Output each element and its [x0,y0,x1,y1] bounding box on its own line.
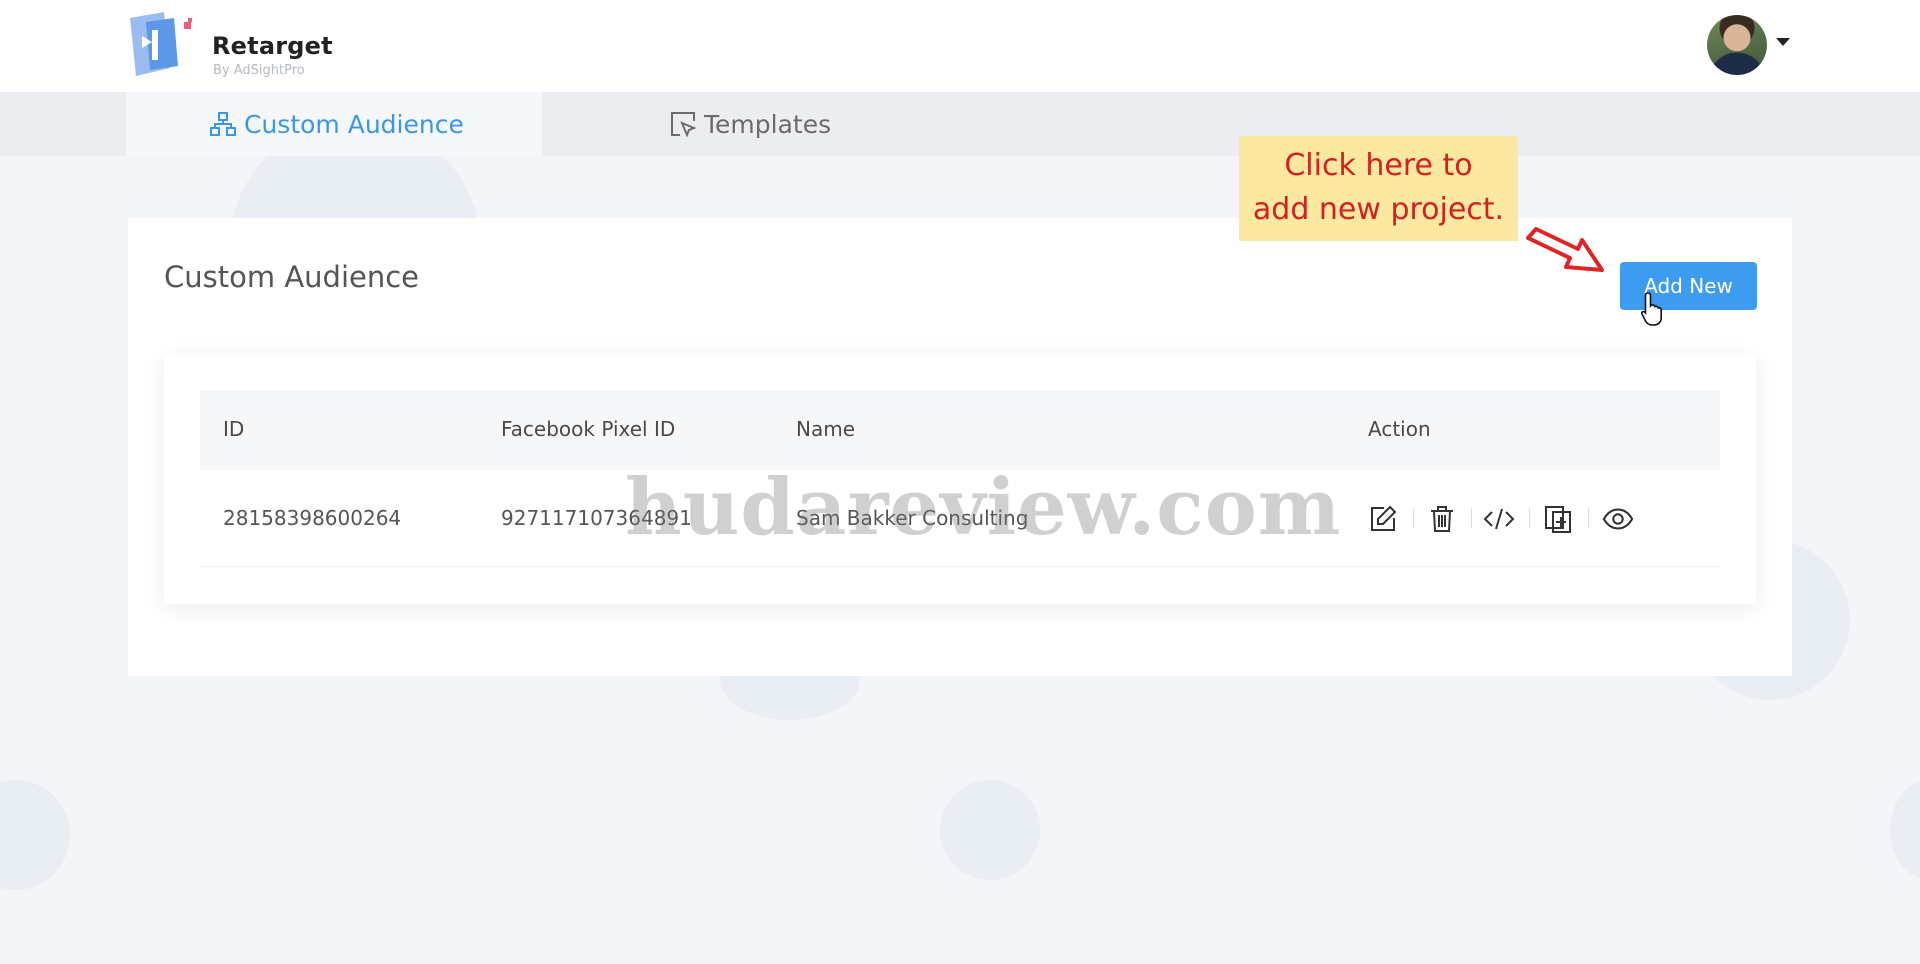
arrow-right-icon [1526,227,1604,272]
callout-note: Click here to add new project. [1239,136,1518,241]
table-header [200,390,1720,470]
user-avatar[interactable] [1707,15,1767,75]
background-circle [0,780,70,890]
column-header-name: Name [796,417,856,441]
callout-line: add new project. [1252,192,1505,227]
tab-custom-audience[interactable]: Custom Audience [126,92,542,156]
trash-icon[interactable] [1426,503,1458,535]
column-header-id: ID [223,417,245,441]
brand-subtitle: By AdSightPro [213,63,305,78]
brand-logo[interactable]: Retarget By AdSightPro [126,12,366,80]
page-title: Custom Audience [164,260,420,294]
column-header-pixel-id: Facebook Pixel ID [501,417,676,441]
action-divider [1413,508,1414,528]
watermark-text: hudareview.com [625,462,1342,553]
retarget-logo-icon [130,12,192,76]
tab-label: Templates [704,109,832,139]
template-select-icon [671,112,696,137]
hand-cursor-icon [1641,292,1662,326]
callout-line: Click here to [1284,148,1473,183]
cell-id: 28158398600264 [223,506,402,530]
action-divider [1471,508,1472,528]
tab-label: Custom Audience [244,109,464,139]
background-circle [1890,780,1920,880]
background-circle [940,780,1040,880]
copy-icon[interactable] [1542,503,1574,535]
action-divider [1529,508,1530,528]
code-icon[interactable] [1483,503,1515,535]
action-divider [1588,508,1589,528]
tab-templates[interactable]: Templates [670,92,831,156]
caret-down-icon[interactable] [1776,38,1790,46]
edit-icon[interactable] [1367,503,1399,535]
sitemap-icon [210,112,236,136]
brand-title: Retarget [212,32,333,60]
column-header-action: Action [1368,417,1431,441]
eye-icon[interactable] [1602,503,1634,535]
